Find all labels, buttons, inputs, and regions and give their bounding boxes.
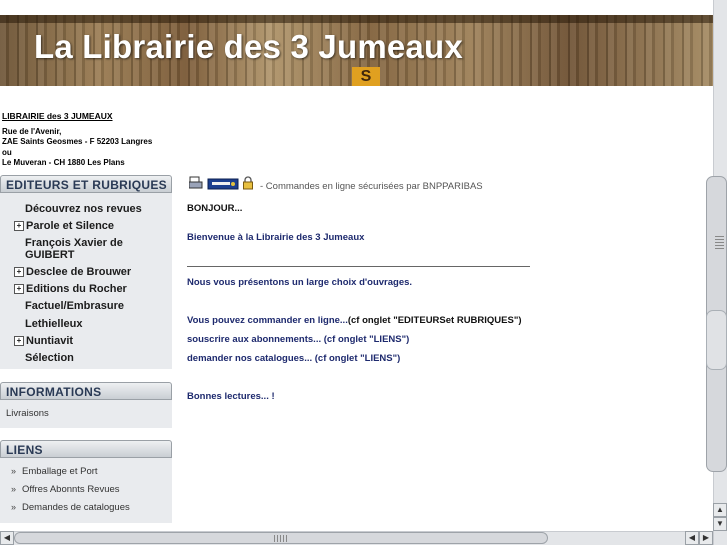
menu-item-selection[interactable]: Sélection <box>25 352 74 364</box>
greeting: BONJOUR... <box>187 203 243 214</box>
menu-item-lethielleux[interactable]: Lethielleux <box>25 318 82 330</box>
shop-address: LIBRAIRIE des 3 JUMEAUX Rue de l'Avenir,… <box>2 111 172 169</box>
chevron-double-right-icon: » <box>11 484 17 494</box>
panel-header-informations[interactable]: INFORMATIONS <box>0 382 172 400</box>
vertical-scroll-track-segment[interactable] <box>706 310 727 370</box>
printer-icon <box>188 176 203 189</box>
menu-item-label: Desclee de Brouwer <box>26 266 132 278</box>
link-livraisons[interactable]: Livraisons <box>6 408 49 419</box>
shop-name: LIBRAIRIE des 3 JUMEAUX <box>2 111 113 121</box>
link-label: Offres Abonnts Revues <box>22 484 120 495</box>
address-line: ou <box>2 147 12 157</box>
menu-item-fx-guibert[interactable]: François Xavier de <box>25 237 123 249</box>
link-label: Demandes de catalogues <box>22 502 130 513</box>
closing-text: Bonnes lectures... ! <box>187 391 275 402</box>
expand-icon[interactable]: + <box>14 267 24 277</box>
order-ref-link[interactable]: (cf onglet "EDITEURSet RUBRIQUES") <box>348 315 522 326</box>
link-label: Emballage et Port <box>22 466 98 477</box>
site-title: La Librairie des 3 Jumeaux <box>34 28 463 65</box>
address-line: Le Muveran - CH 1880 Les Plans <box>2 158 125 167</box>
address-line: ZAE Saints Geosmes - F 52203 Langres <box>2 137 153 146</box>
divider <box>187 266 530 267</box>
padlock-icon <box>243 176 253 190</box>
card-icon <box>207 178 239 190</box>
menu-item-factuel[interactable]: Factuel/Embrasure <box>25 300 124 312</box>
catalogues-line[interactable]: demander nos catalogues... (cf onglet "L… <box>187 353 400 364</box>
panel-header-editeurs[interactable]: EDITEURS ET RUBRIQUES <box>0 175 172 193</box>
menu-item-desclee[interactable]: + Desclee de Brouwer <box>14 266 131 278</box>
choice-text: Nous vous présentons un large choix d'ou… <box>187 277 413 288</box>
welcome-text: Bienvenue à la Librairie des 3 Jumeaux <box>187 232 365 243</box>
link-demandes-catalogues[interactable]: » Demandes de catalogues <box>11 502 130 513</box>
subscribe-line[interactable]: souscrire aux abonnements... (cf onglet … <box>187 334 409 345</box>
panel-header-liens[interactable]: LIENS <box>0 440 172 458</box>
menu-item-revues[interactable]: Découvrez nos revues <box>25 203 142 215</box>
scroll-grip <box>715 236 724 250</box>
scroll-right-button[interactable]: ▶ <box>699 531 713 545</box>
menu-item-label: Parole et Silence <box>26 220 115 232</box>
scroll-down-button[interactable]: ▼ <box>713 517 727 531</box>
menu-item-label: Nuntiavit <box>26 335 74 347</box>
menu-item-parole-silence[interactable]: + Parole et Silence <box>14 220 114 232</box>
top-strip <box>0 0 713 15</box>
menu-item-label: Editions du Rocher <box>26 283 127 295</box>
header-banner: S La Librairie des 3 Jumeaux <box>0 15 713 86</box>
expand-icon[interactable]: + <box>14 284 24 294</box>
book-label-tag: S <box>352 67 380 86</box>
order-line: Vous pouvez commander en ligne...(cf ong… <box>187 315 522 326</box>
shelf-edge <box>0 15 713 23</box>
link-emballage[interactable]: » Emballage et Port <box>11 466 98 477</box>
menu-item-fx-guibert-cont[interactable]: GUIBERT <box>25 249 75 261</box>
scroll-left-button[interactable]: ◀ <box>0 531 14 545</box>
address-line: Rue de l'Avenir, <box>2 126 62 136</box>
expand-icon[interactable]: + <box>14 221 24 231</box>
chevron-double-right-icon: » <box>11 466 17 476</box>
payment-icons <box>188 176 259 190</box>
secure-payment-text: - Commandes en ligne sécurisées par BNPP… <box>260 181 483 192</box>
menu-item-nuntiavit[interactable]: + Nuntiavit <box>14 335 73 347</box>
expand-icon[interactable]: + <box>14 336 24 346</box>
scroll-grip <box>274 535 288 542</box>
menu-item-rocher[interactable]: + Editions du Rocher <box>14 283 127 295</box>
chevron-double-right-icon: » <box>11 502 17 512</box>
order-text: Vous pouvez commander en ligne... <box>187 315 348 326</box>
scroll-left-button-2[interactable]: ◀ <box>685 531 699 545</box>
scroll-up-button[interactable]: ▲ <box>713 503 727 517</box>
link-offres-revues[interactable]: » Offres Abonnts Revues <box>11 484 120 495</box>
